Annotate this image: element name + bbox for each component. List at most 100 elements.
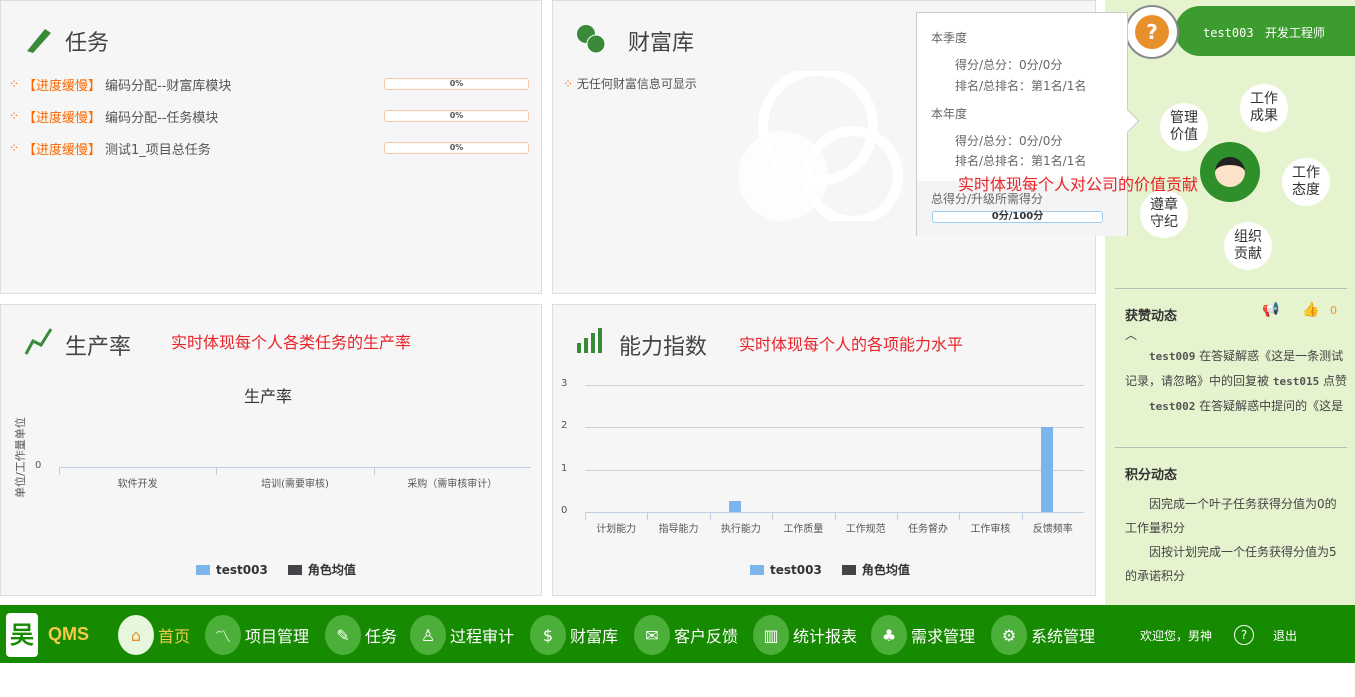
- thumbs-up-icon[interactable]: 👍: [1302, 302, 1319, 318]
- y-tick-label: 0: [35, 460, 42, 471]
- legend-swatch: [196, 564, 210, 575]
- like-text: 在答疑解惑中提问的《这是: [1195, 399, 1344, 413]
- value-bubble[interactable]: 工作 态度: [1282, 158, 1330, 206]
- nav-item-3[interactable]: ♙ 过程审计: [410, 615, 515, 655]
- bullet-icon: ⁘: [9, 141, 20, 155]
- value-bubble[interactable]: 组织 贡献: [1224, 222, 1272, 270]
- nav-icon: 〽: [205, 615, 241, 655]
- x-tick-label: 工作审核: [970, 524, 1011, 535]
- value-bubble[interactable]: 工作 成果: [1240, 84, 1288, 132]
- legend-label: 角色均值: [307, 563, 356, 577]
- wealth-empty: ⁘ 无任何财富信息可显示: [563, 77, 697, 91]
- nav-item-7[interactable]: ♣ 需求管理: [871, 615, 976, 655]
- legend-swatch: [287, 564, 302, 575]
- ability-title: 能力指数: [619, 335, 708, 360]
- nav-item-0[interactable]: ⌂ 首页: [118, 615, 190, 655]
- nav-item-1[interactable]: 〽项目管理: [205, 615, 310, 655]
- nav-label: 任务: [365, 627, 398, 646]
- nav-label: 项目管理: [245, 627, 310, 646]
- task-progress: 0%: [384, 78, 529, 90]
- coins-watermark-icon: [738, 71, 903, 221]
- user-avatar[interactable]: ?: [1125, 5, 1179, 59]
- x-tick-label: 反馈频率: [1032, 524, 1073, 535]
- help-icon[interactable]: ?: [1234, 625, 1254, 645]
- nav-item-8[interactable]: ⚙ 系统管理: [991, 615, 1096, 655]
- points-item: 因按计划完成一个任务获得分值为5的承诺积分: [1125, 545, 1337, 583]
- bar-test003-反馈频率[interactable]: [1040, 427, 1053, 512]
- x-tick-label: 执行能力: [720, 524, 761, 535]
- bullet-icon: ⁘: [9, 109, 20, 123]
- nav-item-2[interactable]: ✎ 任务: [325, 615, 398, 655]
- y-axis-label: 单位/工作量单位: [14, 417, 27, 498]
- bar-chart-icon: [577, 328, 602, 353]
- logout-link[interactable]: 退出: [1273, 627, 1297, 644]
- task-name[interactable]: 测试1_项目总任务: [105, 139, 211, 158]
- task-item[interactable]: ⁘ 【进度缓慢】 编码分配--财富库模块 0%: [9, 75, 529, 94]
- wealth-title: 财富库: [628, 31, 695, 56]
- nav-label: 需求管理: [911, 627, 976, 646]
- nav-item-4[interactable]: $ 财富库: [530, 615, 619, 655]
- task-item[interactable]: ⁘ 【进度缓慢】 测试1_项目总任务 0%: [9, 139, 529, 158]
- nav-item-5[interactable]: ✉ 客户反馈: [634, 615, 739, 655]
- bar-test003-执行能力[interactable]: [728, 501, 741, 512]
- task-item[interactable]: ⁘ 【进度缓慢】 编码分配--任务模块 0%: [9, 107, 529, 126]
- legend-label: test003: [770, 562, 822, 577]
- chart-title: 生产率: [244, 387, 293, 406]
- like-item: test002 在答疑解惑中提问的《这是: [1125, 394, 1347, 419]
- legend-swatch: [750, 564, 764, 575]
- task-status: 【进度缓慢】: [23, 142, 102, 158]
- x-tick: [959, 512, 961, 520]
- megaphone-icon[interactable]: 📢: [1262, 302, 1279, 318]
- task-name[interactable]: 编码分配--财富库模块: [105, 75, 231, 94]
- gridline: [585, 469, 1084, 471]
- x-tick-label: 工作规范: [845, 524, 886, 535]
- like-user[interactable]: test009: [1149, 350, 1195, 363]
- trend-icon: [24, 328, 53, 355]
- task-status: 【进度缓慢】: [23, 78, 102, 94]
- nav-item-6[interactable]: ▥ 统计报表: [753, 615, 857, 655]
- quarter-score: 得分/总分：0分/0分: [955, 58, 1063, 72]
- nav-icon: ✉: [634, 615, 670, 655]
- x-tick: [373, 467, 375, 475]
- quarter-label: 本季度: [931, 31, 968, 45]
- quarter-rank: 排名/总排名：第1名/1名: [955, 79, 1087, 93]
- x-tick: [772, 512, 774, 520]
- value-bubble[interactable]: 管理 价值: [1160, 103, 1208, 151]
- points-title: 积分动态: [1125, 468, 1178, 483]
- logo-text: QMS: [48, 624, 90, 644]
- legend-item[interactable]: 角色均值: [841, 561, 910, 578]
- x-tick: [647, 512, 649, 520]
- nav-icon: ▥: [753, 615, 789, 655]
- likes-count: 0: [1330, 304, 1337, 317]
- y-tick-label: 2: [561, 420, 568, 432]
- nav-label: 客户反馈: [674, 627, 739, 646]
- like-user2[interactable]: test015: [1273, 375, 1319, 388]
- nav-icon: ⚙: [991, 615, 1027, 655]
- nav-icon: ⌂: [118, 615, 154, 655]
- nav-label: 过程审计: [450, 627, 515, 646]
- y-tick-label: 0: [561, 505, 568, 516]
- task-progress: 0%: [384, 142, 529, 154]
- legend-swatch: [841, 564, 856, 575]
- legend-item[interactable]: 角色均值: [287, 561, 356, 578]
- legend-item[interactable]: test003: [750, 563, 822, 577]
- score-popup: 本季度 得分/总分：0分/0分 排名/总排名：第1名/1名 本年度 得分/总分：…: [916, 12, 1140, 236]
- x-tick: [709, 512, 711, 520]
- tasks-title: 任务: [65, 31, 110, 56]
- legend-item[interactable]: test003: [196, 563, 268, 577]
- x-axis-line: [59, 467, 531, 468]
- x-tick-label: 培训(需要审核): [261, 479, 329, 490]
- task-name[interactable]: 编码分配--任务模块: [105, 107, 218, 126]
- nav-label: 系统管理: [1031, 627, 1096, 646]
- nav-label: 财富库: [570, 627, 619, 646]
- x-tick: [59, 467, 60, 475]
- ability-panel: 能力指数 实时体现每个人的各项能力水平 0 1 2 3 计划能力 指导能力 执行能力 工作质量…: [552, 304, 1096, 596]
- x-tick: [585, 512, 586, 520]
- like-item: test009 在答疑解惑《这是一条测试记录，请忽略》中的回复被 test015…: [1125, 344, 1347, 394]
- year-score: 得分/总分：0分/0分: [955, 134, 1063, 148]
- legend-label: test003: [216, 562, 268, 577]
- like-text2: 点赞: [1319, 374, 1347, 388]
- value-bubble[interactable]: 遵章 守纪: [1140, 190, 1188, 238]
- like-user[interactable]: test002: [1149, 400, 1195, 413]
- x-tick: [1021, 512, 1023, 520]
